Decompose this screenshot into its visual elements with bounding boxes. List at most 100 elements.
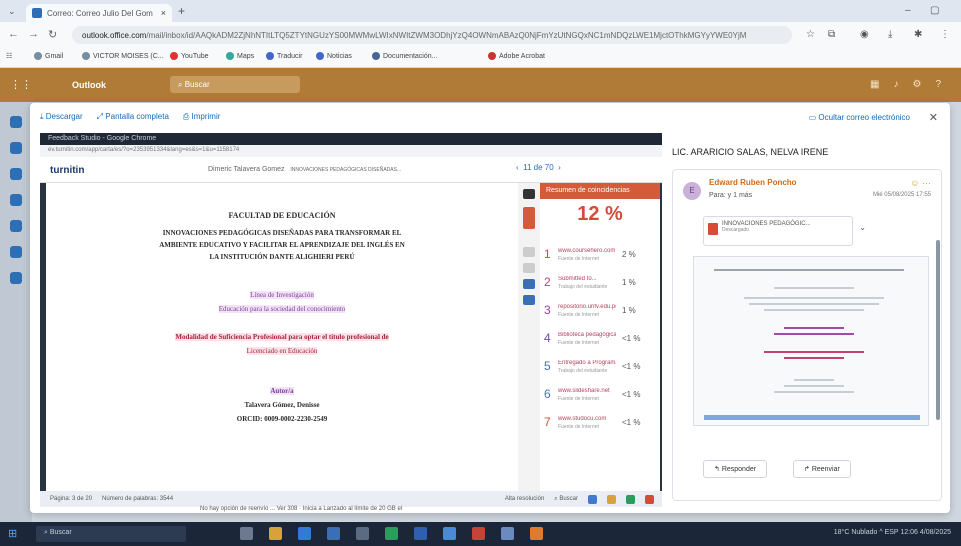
todo-icon[interactable] bbox=[10, 220, 22, 232]
calendar-icon[interactable]: ▦ bbox=[870, 79, 879, 90]
system-tray[interactable]: 18°C Nublado ^ ESP 12:06 4/08/2025 bbox=[834, 529, 951, 536]
match-row[interactable]: 7 www.studocu.com Fuente de Internet <1 % bbox=[544, 413, 658, 435]
mail-app-icon[interactable] bbox=[356, 527, 369, 540]
close-viewer-icon[interactable]: ✕ bbox=[929, 111, 938, 124]
forward-button[interactable]: ↱ Reenviar bbox=[793, 460, 851, 478]
taskbar-search-input[interactable]: ⌕ Buscar bbox=[36, 526, 186, 542]
student-name: Dimeric Talavera Gomez INNOVACIONES PEDA… bbox=[208, 166, 402, 173]
app-icon[interactable] bbox=[588, 494, 597, 504]
hide-email-button[interactable]: ▭ Ocultar correo electrónico bbox=[809, 113, 910, 122]
similarity-icon[interactable] bbox=[523, 207, 535, 229]
store-icon[interactable] bbox=[327, 527, 340, 540]
bookmark-maps[interactable]: Maps bbox=[226, 52, 254, 60]
attachment-preview[interactable] bbox=[693, 256, 929, 426]
app-icon[interactable] bbox=[607, 494, 616, 504]
tab-search-icon[interactable]: ⌄ bbox=[8, 6, 16, 17]
maximize-icon[interactable]: ▢ bbox=[930, 5, 939, 16]
extensions-icon[interactable]: ⧉ bbox=[828, 29, 835, 40]
text-only-toggle[interactable]: Alta resolución bbox=[505, 496, 544, 502]
app-icon[interactable] bbox=[645, 494, 654, 504]
turnitin-side-tools bbox=[518, 183, 540, 491]
download-doc-icon[interactable] bbox=[523, 279, 535, 289]
calendar-rail-icon[interactable] bbox=[10, 142, 22, 154]
tab-title: Correo: Correo Julio Del Gom bbox=[47, 8, 153, 18]
people-icon[interactable] bbox=[10, 168, 22, 180]
app-icon[interactable] bbox=[530, 527, 543, 540]
page-info: Página: 3 de 20 bbox=[50, 496, 93, 502]
doc-line: Talavera Gómez, Denisse bbox=[244, 401, 320, 409]
word-icon[interactable] bbox=[414, 527, 427, 540]
turnitin-toolbar: turnitin Dimeric Talavera Gomez INNOVACI… bbox=[40, 157, 662, 183]
bookmark-documentacion[interactable]: Documentación... bbox=[372, 52, 437, 60]
sender-name[interactable]: Edward Ruben Poncho bbox=[709, 178, 797, 187]
help-icon[interactable]: ? bbox=[935, 79, 941, 90]
recipients[interactable]: Para: y 1 más bbox=[709, 192, 752, 199]
filter-icon[interactable] bbox=[523, 247, 535, 257]
url-input[interactable]: outlook.office.com/mail/inbox/id/AAQkADM… bbox=[72, 26, 792, 44]
new-tab-icon[interactable]: + bbox=[178, 4, 185, 18]
onedrive-icon[interactable] bbox=[10, 272, 22, 284]
match-row[interactable]: 2 Submitted to... Trabajo del estudiante … bbox=[544, 273, 658, 295]
bookmark-noticias[interactable]: Noticias bbox=[316, 52, 352, 60]
pdf-app-icon[interactable] bbox=[472, 527, 485, 540]
back-icon[interactable]: ← bbox=[8, 28, 19, 40]
address-bar-row: ← → ↻ outlook.office.com/mail/inbox/id/A… bbox=[0, 22, 961, 48]
browser-tab-outlook[interactable]: Correo: Correo Julio Del Gom × bbox=[26, 4, 172, 22]
reaction-icon[interactable]: ☺ ⋯ bbox=[910, 178, 931, 189]
info-icon[interactable] bbox=[523, 263, 535, 273]
task-view-icon[interactable] bbox=[240, 527, 253, 540]
layers-icon[interactable] bbox=[523, 189, 535, 199]
chevron-down-icon[interactable]: ⌄ bbox=[859, 223, 866, 232]
print-button[interactable]: ⎙ Imprimir bbox=[183, 112, 221, 122]
email-subject: LIC. ARARICIO SALAS, NELVA IRENE bbox=[672, 147, 829, 157]
download-icon[interactable]: ⤓ bbox=[888, 29, 892, 40]
apps-rail-icon[interactable] bbox=[10, 246, 22, 258]
app-icon[interactable] bbox=[626, 494, 635, 504]
edge-icon[interactable] bbox=[298, 527, 311, 540]
app-launcher-icon[interactable]: ⋮⋮ bbox=[10, 79, 32, 91]
match-row[interactable]: 5 Entregado a Programa Trabajo del estudi… bbox=[544, 357, 658, 379]
outlook-search-input[interactable]: ⌕ Buscar bbox=[170, 76, 300, 93]
settings-icon[interactable]: ⚙ bbox=[912, 79, 921, 90]
close-tab-icon[interactable]: × bbox=[161, 8, 166, 18]
menu-icon[interactable]: ⋮ bbox=[940, 29, 950, 40]
windows-start-icon[interactable]: ⊞ bbox=[8, 528, 20, 540]
explorer-icon[interactable] bbox=[269, 527, 282, 540]
match-row[interactable]: 3 repositorio.unfv.edu.pe Fuente de Inter… bbox=[544, 301, 658, 323]
avatar: E bbox=[683, 182, 701, 200]
files-icon[interactable] bbox=[10, 194, 22, 206]
forward-icon[interactable]: → bbox=[28, 28, 39, 40]
bookmark-gmail[interactable]: Gmail bbox=[34, 52, 63, 60]
excel-icon[interactable] bbox=[385, 527, 398, 540]
mail-icon[interactable] bbox=[10, 116, 22, 128]
match-row[interactable]: 1 www.coursehero.com Fuente de Internet 2… bbox=[544, 245, 658, 267]
extension-puzzle-icon[interactable]: ✱ bbox=[914, 29, 922, 40]
similarity-score: 12 % bbox=[577, 203, 623, 225]
apps-icon[interactable]: ☷ bbox=[6, 52, 12, 60]
app-icon[interactable] bbox=[501, 527, 514, 540]
browser-tabstrip: ⌄ Correo: Correo Julio Del Gom × + – ▢ bbox=[0, 0, 961, 22]
match-row[interactable]: 6 www.slideshare.net Fuente de Internet <… bbox=[544, 385, 658, 407]
profile-icon[interactable]: ◉ bbox=[860, 29, 869, 40]
minimize-icon[interactable]: – bbox=[905, 5, 911, 16]
bookmark-youtube[interactable]: YouTube bbox=[170, 52, 209, 60]
bookmark-victor[interactable]: VICTOR MOISES (C... bbox=[82, 52, 164, 60]
bookmark-adobe[interactable]: Adobe Acrobat bbox=[488, 52, 545, 60]
bookmark-star-icon[interactable]: ☆ bbox=[806, 29, 815, 40]
doc-line: Línea de Investigación bbox=[250, 291, 314, 299]
grade-icon[interactable] bbox=[523, 295, 535, 305]
attachment-card[interactable]: INNOVACIONES PEDAGÓGIC... Descargado ⌄ bbox=[703, 216, 866, 246]
match-row[interactable]: 4 Biblioteca pedagógica Fuente de Interne… bbox=[544, 329, 658, 351]
scrollbar[interactable] bbox=[936, 240, 940, 420]
attachment-viewer: ⤓ Descargar ⤢ Pantalla completa ⎙ Imprim… bbox=[30, 103, 950, 513]
reload-icon[interactable]: ↻ bbox=[48, 28, 57, 41]
windows-search[interactable]: ⌕ Buscar bbox=[554, 496, 578, 503]
download-button[interactable]: ⤓ Descargar bbox=[40, 112, 83, 122]
reply-button[interactable]: ↰ Responder bbox=[703, 460, 768, 478]
bell-icon[interactable]: ♪ bbox=[893, 79, 898, 90]
chrome-icon[interactable] bbox=[443, 527, 456, 540]
fullscreen-button[interactable]: ⤢ Pantalla completa bbox=[97, 112, 169, 122]
doc-line: ORCID: 0009-0002-2230-2549 bbox=[236, 415, 328, 423]
similarity-panel: Resumen de coincidencias 12 % 1 www.cour… bbox=[540, 183, 660, 491]
bookmark-traducir[interactable]: Traducir bbox=[266, 52, 302, 60]
